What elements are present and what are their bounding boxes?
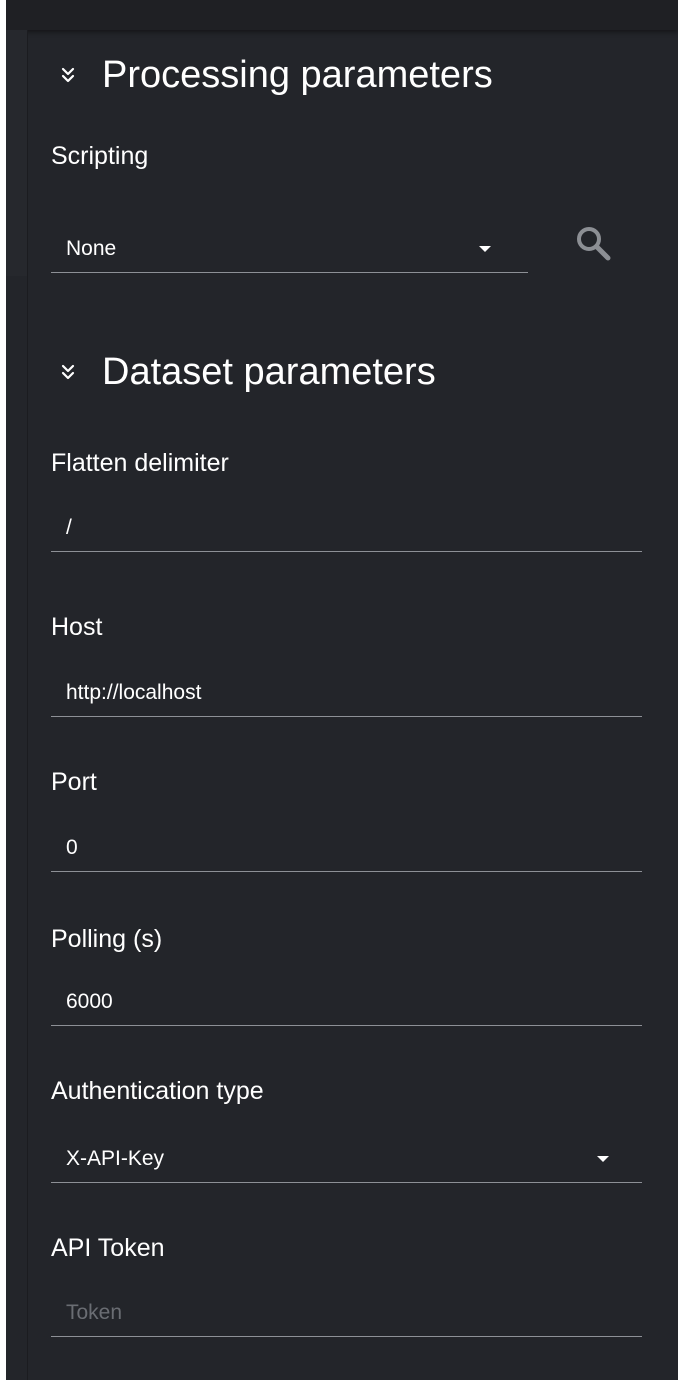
- panel-divider: [27, 30, 28, 1380]
- processing-parameters-title: Processing parameters: [102, 54, 493, 96]
- scripting-search-button[interactable]: [572, 222, 616, 266]
- panel-left-edge: [6, 30, 27, 276]
- flatten-delimiter-field: [51, 505, 642, 552]
- dataset-parameters-header[interactable]: Dataset parameters: [60, 347, 436, 397]
- host-field: [51, 670, 642, 717]
- flatten-delimiter-input[interactable]: [51, 505, 642, 551]
- authentication-type-value: X-API-Key: [66, 1147, 165, 1170]
- authentication-type-label: Authentication type: [51, 1077, 264, 1105]
- settings-panel: Processing parameters Scripting None Dat…: [6, 0, 678, 1380]
- scripting-select-value: None: [66, 237, 117, 260]
- api-token-label: API Token: [51, 1234, 165, 1262]
- port-input[interactable]: [51, 825, 642, 871]
- api-token-input[interactable]: [51, 1290, 642, 1336]
- port-label: Port: [51, 768, 97, 796]
- dataset-parameters-title: Dataset parameters: [102, 351, 436, 393]
- host-input[interactable]: [51, 670, 642, 716]
- polling-label: Polling (s): [51, 925, 163, 953]
- dropdown-arrow-icon: [597, 1156, 609, 1162]
- host-label: Host: [51, 613, 103, 641]
- search-icon: [577, 227, 611, 261]
- authentication-type-select[interactable]: X-API-Key: [51, 1136, 642, 1183]
- processing-parameters-header[interactable]: Processing parameters: [60, 50, 493, 100]
- chevron-double-down-icon: [61, 67, 75, 83]
- api-token-field: [51, 1290, 642, 1337]
- dropdown-arrow-icon: [479, 246, 491, 252]
- polling-input[interactable]: [51, 979, 642, 1025]
- panel-top-bar: [6, 0, 678, 30]
- chevron-double-down-icon: [61, 364, 75, 380]
- scripting-label: Scripting: [51, 142, 149, 170]
- polling-field: [51, 979, 642, 1026]
- port-field: [51, 825, 642, 872]
- flatten-delimiter-label: Flatten delimiter: [51, 449, 229, 477]
- scripting-select[interactable]: None: [51, 226, 528, 273]
